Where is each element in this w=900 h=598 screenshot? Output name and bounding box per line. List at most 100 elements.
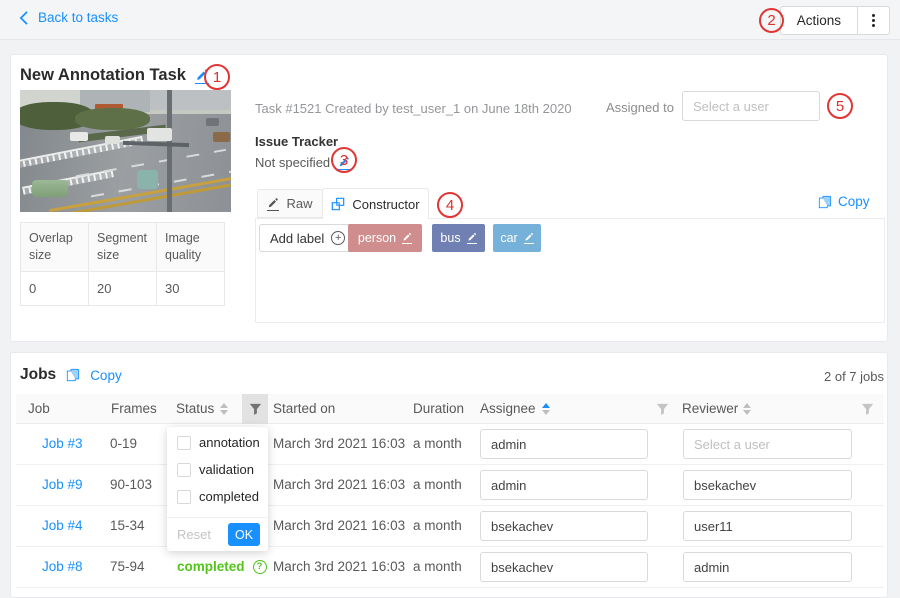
job-duration: a month (413, 477, 462, 492)
job-frames: 15-34 (110, 518, 145, 533)
add-label-button[interactable]: Add label (259, 224, 356, 252)
question-circle-icon[interactable] (253, 560, 267, 574)
param-value: 30 (157, 271, 225, 305)
checkbox-icon[interactable] (177, 463, 191, 477)
assigned-to-label: Assigned to (606, 100, 674, 115)
edit-label-icon[interactable] (402, 232, 412, 244)
job-link[interactable]: Job #9 (42, 477, 83, 492)
col-started: Started on (273, 401, 335, 416)
thumb-trees (75, 108, 150, 130)
ellipsis-vertical-icon (872, 14, 875, 27)
thumb-building (150, 90, 231, 110)
task-title-text: New Annotation Task (20, 66, 186, 85)
col-job: Job (28, 401, 50, 416)
raw-tab-label: Raw (286, 196, 312, 211)
back-to-tasks-link[interactable]: Back to tasks (18, 10, 118, 25)
col-status[interactable]: Status (176, 401, 214, 416)
task-preview-image (20, 90, 231, 212)
jobs-title: Jobs (20, 366, 56, 384)
copy-labels-button[interactable]: Copy (818, 194, 870, 209)
task-page: Back to tasks 2 Actions New Annotation T… (0, 0, 900, 590)
param-header: Overlap size (21, 223, 89, 272)
filter-option-label: validation (199, 462, 254, 477)
copy-jobs-button[interactable]: Copy (90, 368, 122, 383)
job-duration: a month (413, 559, 462, 574)
actions-more-button[interactable] (857, 6, 890, 35)
tab-raw[interactable]: Raw (257, 189, 323, 218)
reviewer-input[interactable] (683, 429, 852, 459)
annotation-marker-5: 5 (827, 93, 853, 119)
issue-tracker-label: Issue Tracker (255, 134, 338, 149)
edit-label-icon[interactable] (524, 232, 534, 244)
col-assignee[interactable]: Assignee (480, 401, 536, 416)
label-chip-text: person (358, 231, 396, 245)
job-row: Job #4 15-34 March 3rd 2021 16:03 a mont… (16, 506, 884, 547)
reviewer-input[interactable] (683, 552, 852, 582)
funnel-icon (249, 403, 262, 416)
col-reviewer[interactable]: Reviewer (682, 401, 738, 416)
reviewer-filter-button[interactable] (861, 403, 874, 416)
constructor-tab-label: Constructor (352, 197, 419, 212)
filter-ok-button[interactable]: OK (228, 523, 260, 546)
job-link[interactable]: Job #8 (42, 559, 83, 574)
tab-constructor[interactable]: Constructor (322, 188, 429, 219)
annotation-marker-4: 4 (437, 192, 463, 218)
filter-option-validation[interactable]: validation (177, 462, 254, 477)
job-started: March 3rd 2021 16:03 (273, 436, 405, 451)
job-link[interactable]: Job #3 (42, 436, 83, 451)
edit-label-icon[interactable] (467, 232, 477, 244)
job-status: completed (177, 559, 267, 574)
param-value: 0 (21, 271, 89, 305)
filter-option-annotation[interactable]: annotation (177, 435, 260, 450)
assignee-input[interactable] (480, 511, 648, 541)
thumb-car (32, 180, 68, 197)
add-label-text: Add label (270, 231, 324, 246)
label-chip-person[interactable]: person (348, 224, 422, 252)
job-frames: 75-94 (110, 559, 145, 574)
reviewer-sort-control[interactable] (743, 403, 751, 415)
thumb-car (213, 132, 230, 142)
assigned-to-input[interactable] (682, 91, 820, 121)
col-duration: Duration (413, 401, 464, 416)
thumb-pole (167, 90, 172, 212)
job-started: March 3rd 2021 16:03 (273, 477, 405, 492)
copy-icon (66, 368, 80, 382)
label-chip-car[interactable]: car (493, 224, 541, 252)
label-chip-bus[interactable]: bus (432, 224, 485, 252)
jobs-table-body: Job #3 0-19 March 3rd 2021 16:03 a month… (16, 424, 884, 588)
actions-button[interactable]: Actions (780, 6, 858, 35)
thumb-car (206, 118, 219, 126)
status-sort-control[interactable] (220, 403, 228, 415)
assignee-input[interactable] (480, 429, 648, 459)
annotation-marker-3: 3 (331, 147, 357, 173)
actions-button-group: Actions (780, 6, 890, 35)
assignee-sort-control[interactable] (542, 403, 550, 415)
job-link[interactable]: Job #4 (42, 518, 83, 533)
assignee-input[interactable] (480, 470, 648, 500)
reviewer-input[interactable] (683, 470, 852, 500)
checkbox-icon[interactable] (177, 490, 191, 504)
assignee-filter-button[interactable] (656, 403, 669, 416)
annotation-marker-2: 2 (759, 8, 784, 33)
plus-circle-icon (331, 231, 345, 245)
job-frames: 0-19 (110, 436, 137, 451)
assignee-input[interactable] (480, 552, 648, 582)
param-header: Segment size (89, 223, 157, 272)
filter-option-completed[interactable]: completed (177, 489, 259, 504)
reviewer-input[interactable] (683, 511, 852, 541)
job-started: March 3rd 2021 16:03 (273, 559, 405, 574)
task-params-table: Overlap size Segment size Image quality … (20, 222, 225, 306)
job-started: March 3rd 2021 16:03 (273, 518, 405, 533)
thumb-car (147, 128, 172, 141)
annotation-marker-1: 1 (204, 64, 230, 90)
status-filter-button[interactable] (242, 394, 268, 424)
job-duration: a month (413, 436, 462, 451)
job-duration: a month (413, 518, 462, 533)
filter-reset-button[interactable]: Reset (177, 527, 211, 542)
checkbox-icon[interactable] (177, 436, 191, 450)
status-filter-dropdown: annotation validation completed Reset OK (167, 427, 268, 551)
issue-tracker-text: Not specified (255, 155, 330, 170)
job-frames: 90-103 (110, 477, 152, 492)
thumb-car (70, 132, 88, 141)
filter-option-label: annotation (199, 435, 260, 450)
